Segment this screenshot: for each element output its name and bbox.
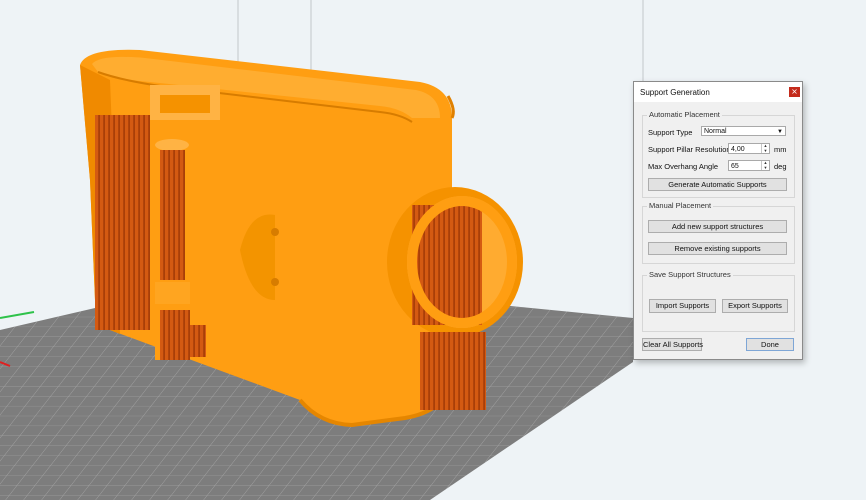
support-panel xyxy=(95,115,150,330)
dialog-titlebar[interactable]: Support Generation × xyxy=(634,82,802,102)
automatic-placement-group: Automatic Placement Support Type Normal … xyxy=(642,110,795,198)
support-type-label: Support Type xyxy=(648,128,693,137)
overhang-angle-spinbox[interactable]: 65 ▲ ▼ xyxy=(728,160,770,171)
remove-existing-supports-button[interactable]: Remove existing supports xyxy=(648,242,787,255)
x-axis xyxy=(0,311,35,319)
generate-automatic-supports-button[interactable]: Generate Automatic Supports xyxy=(648,178,787,191)
import-supports-button[interactable]: Import Supports xyxy=(649,299,716,313)
manual-placement-group: Manual Placement Add new support structu… xyxy=(642,201,795,264)
pillar-resolution-label: Support Pillar Resolution xyxy=(648,145,731,154)
pillar-resolution-spinbox[interactable]: 4,00 ▲ ▼ xyxy=(728,143,770,154)
support-generation-dialog: Support Generation × Automatic Placement… xyxy=(633,81,803,360)
support-type-select[interactable]: Normal ▼ xyxy=(701,126,786,136)
save-support-structures-group: Save Support Structures Import Supports … xyxy=(642,270,795,332)
add-support-structures-button[interactable]: Add new support structures xyxy=(648,220,787,233)
support-type-value: Normal xyxy=(704,128,727,135)
automatic-placement-label: Automatic Placement xyxy=(647,110,722,119)
export-supports-button[interactable]: Export Supports xyxy=(722,299,788,313)
pillar-resolution-value: 4,00 xyxy=(731,146,745,153)
close-icon[interactable]: × xyxy=(789,87,800,97)
overhang-angle-label: Max Overhang Angle xyxy=(648,162,719,171)
spin-arrows-icon[interactable]: ▲ ▼ xyxy=(761,143,769,153)
save-support-structures-label: Save Support Structures xyxy=(647,270,733,279)
chevron-down-icon: ▼ xyxy=(777,129,783,135)
dialog-title: Support Generation xyxy=(640,88,710,97)
done-button[interactable]: Done xyxy=(746,338,794,351)
clear-all-supports-button[interactable]: Clear All Supports xyxy=(642,338,703,351)
manual-placement-label: Manual Placement xyxy=(647,201,714,210)
pillar-resolution-unit: mm xyxy=(774,145,787,154)
overhang-angle-unit: deg xyxy=(774,162,787,171)
overhang-angle-value: 65 xyxy=(731,163,739,170)
spin-arrows-icon[interactable]: ▲ ▼ xyxy=(761,160,769,170)
